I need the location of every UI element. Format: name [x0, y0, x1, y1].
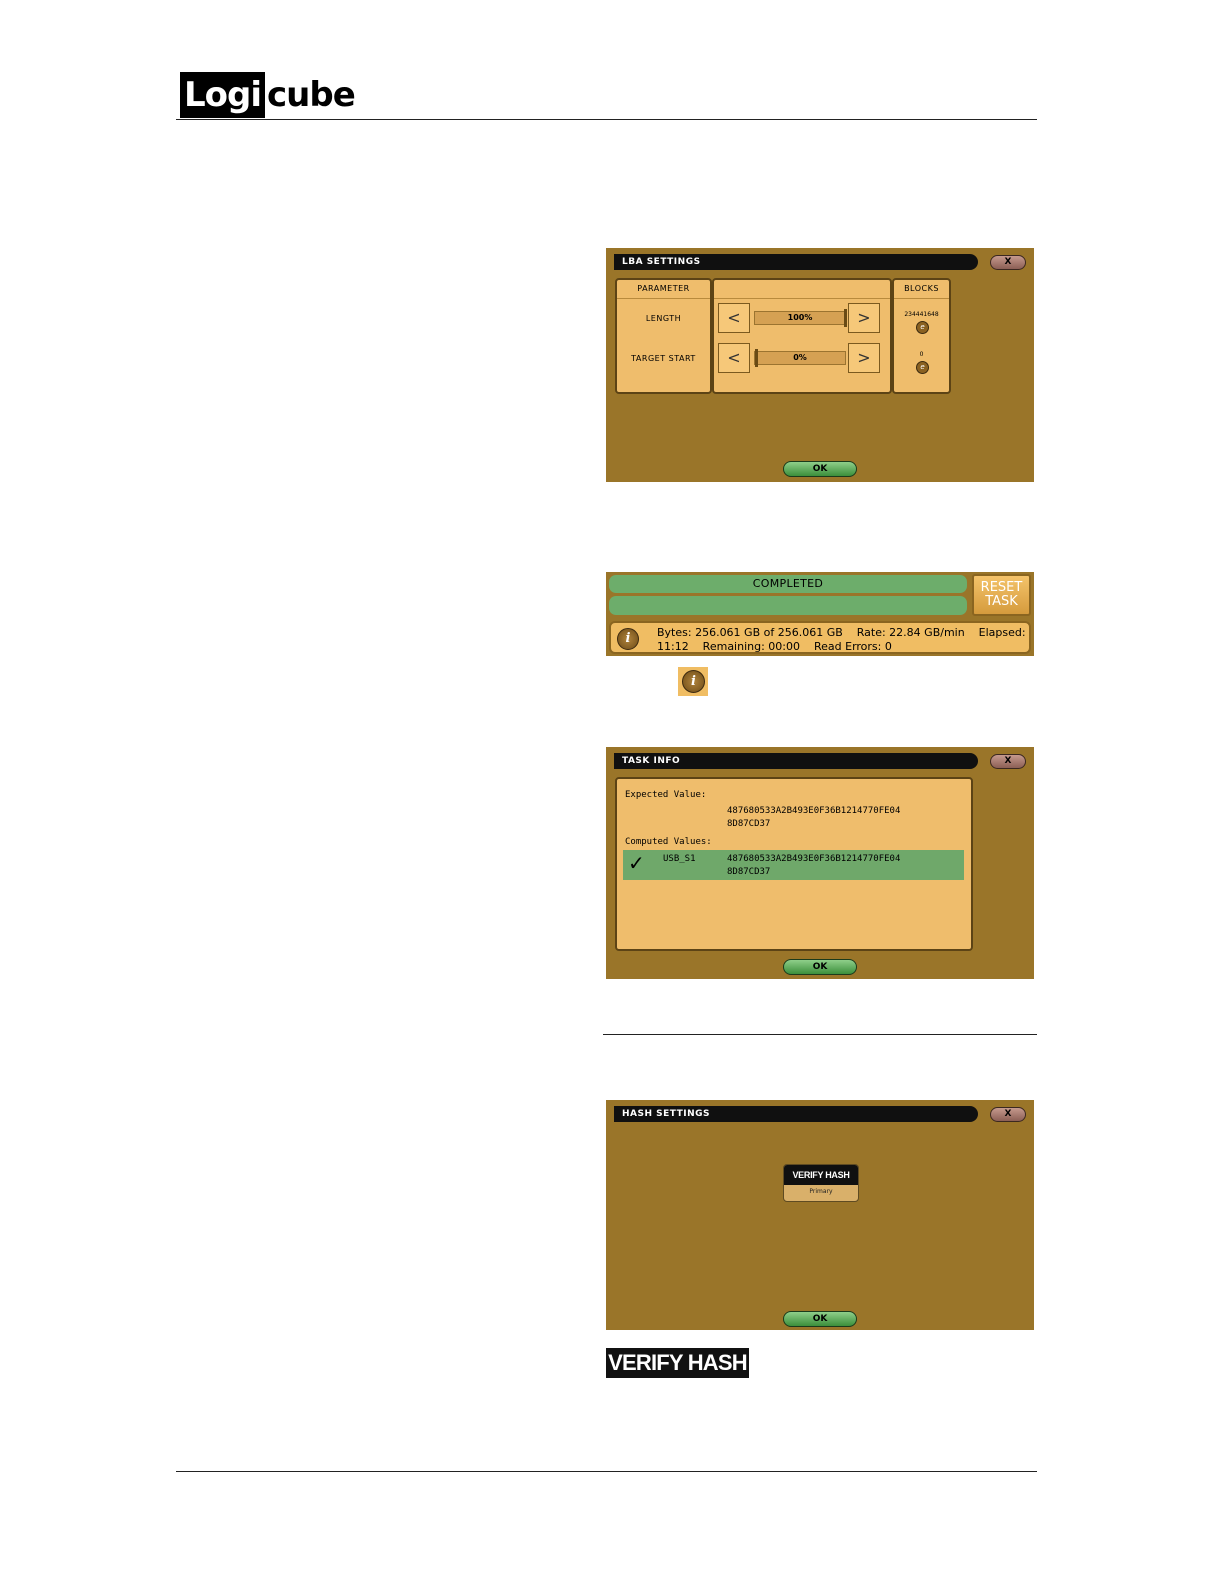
expected-line-2: 8D87CD37	[727, 819, 771, 829]
status-text: COMPLETED	[752, 577, 824, 590]
verify-hash-tile-sub: Primary	[809, 1188, 833, 1195]
reset-label-1: RESET	[980, 580, 1023, 595]
parameter-column: PARAMETER LENGTH TARGET START	[615, 278, 712, 394]
target-start-value: 0%	[793, 353, 807, 362]
task-info-title: TASK INFO	[614, 753, 978, 769]
length-slider-handle[interactable]	[844, 309, 847, 327]
verify-hash-tile[interactable]: VERIFY HASH Primary	[783, 1164, 859, 1202]
target-start-slider-handle[interactable]	[755, 349, 758, 367]
target-start-slider[interactable]: 0%	[754, 351, 846, 365]
computed-line-2: 8D87CD37	[727, 867, 771, 877]
verify-hash-tile-title: VERIFY HASH	[784, 1165, 858, 1185]
info-icon[interactable]: i	[617, 628, 639, 650]
info-bar: i Bytes: 256.061 GB of 256.061 GB Rate: …	[609, 621, 1031, 654]
hash-close-button[interactable]: X	[990, 1107, 1026, 1122]
blocks-column: BLOCKS 234441648 e 0 e	[892, 278, 951, 394]
parameter-header: PARAMETER	[637, 284, 690, 293]
task-info-ok-button[interactable]: OK	[783, 959, 857, 975]
info-icon: i	[682, 670, 705, 693]
hash-settings-title: HASH SETTINGS	[614, 1106, 978, 1122]
lba-close-button[interactable]: X	[990, 255, 1026, 270]
length-decrease-button[interactable]: <	[718, 303, 750, 333]
lba-settings-title: LBA SETTINGS	[614, 254, 978, 270]
footer-rule	[176, 1471, 1037, 1472]
header-rule	[176, 119, 1037, 120]
length-slider[interactable]: 100%	[754, 311, 846, 325]
expected-label: Expected Value:	[625, 790, 707, 800]
logo-part2: cube	[267, 75, 356, 115]
check-icon: ✓	[628, 851, 645, 875]
hash-ok-button[interactable]: OK	[783, 1311, 857, 1327]
reset-task-button[interactable]: RESET TASK	[972, 574, 1031, 616]
computed-device: USB_S1	[663, 854, 696, 864]
reset-label-2: TASK	[985, 594, 1018, 609]
logo-part1: Logi	[180, 72, 266, 118]
lba-ok-button[interactable]: OK	[783, 461, 857, 477]
length-blocks: 234441648	[904, 311, 939, 318]
blocks-header: BLOCKS	[904, 284, 939, 293]
verify-hash-label: VERIFY HASH	[606, 1348, 749, 1378]
computed-line-1: 487680533A2B493E0F36B1214770FE04	[727, 854, 901, 864]
status-bar: COMPLETED	[609, 575, 967, 593]
length-edit-icon[interactable]: e	[916, 321, 929, 334]
progress-bar	[609, 596, 967, 615]
length-increase-button[interactable]: >	[848, 303, 880, 333]
logicube-logo: Logi cube	[180, 72, 356, 118]
info-line-2: 11:12 Remaining: 00:00 Read Errors: 0	[657, 640, 892, 653]
task-info-close-button[interactable]: X	[990, 754, 1026, 769]
target-start-blocks: 0	[919, 351, 924, 358]
expected-line-1: 487680533A2B493E0F36B1214770FE04	[727, 806, 901, 816]
task-progress-panel: COMPLETED RESET TASK i Bytes: 256.061 GB…	[606, 572, 1034, 656]
lba-settings-dialog: LBA SETTINGS X PARAMETER LENGTH TARGET S…	[606, 248, 1034, 482]
hash-settings-dialog: HASH SETTINGS X VERIFY HASH Primary OK	[606, 1100, 1034, 1330]
target-start-edit-icon[interactable]: e	[916, 361, 929, 374]
task-info-panel: Expected Value: 487680533A2B493E0F36B121…	[615, 777, 973, 951]
computed-row: ✓ USB_S1 487680533A2B493E0F36B1214770FE0…	[623, 850, 964, 880]
info-icon-sample: i	[678, 667, 708, 696]
slider-column: < 100% > < 0% >	[712, 278, 892, 394]
length-label: LENGTH	[645, 314, 682, 323]
info-line-1: Bytes: 256.061 GB of 256.061 GB Rate: 22…	[657, 626, 1026, 639]
computed-label: Computed Values:	[625, 837, 712, 847]
target-start-increase-button[interactable]: >	[848, 343, 880, 373]
target-start-label: TARGET START	[631, 354, 696, 363]
length-value: 100%	[787, 313, 813, 322]
section-rule	[603, 1034, 1037, 1035]
target-start-decrease-button[interactable]: <	[718, 343, 750, 373]
task-info-dialog: TASK INFO X Expected Value: 487680533A2B…	[606, 747, 1034, 979]
